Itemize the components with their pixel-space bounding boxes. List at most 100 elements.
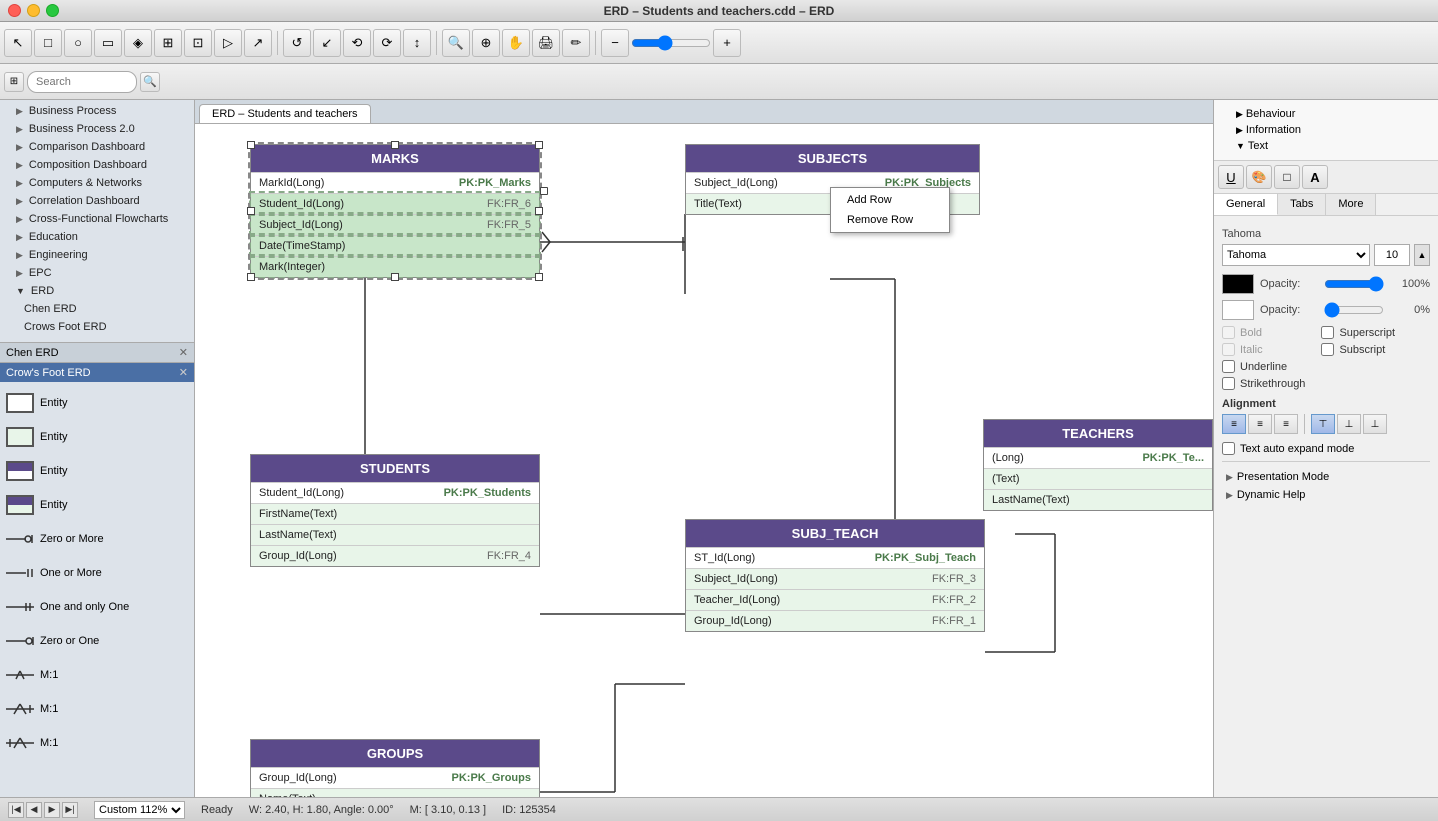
erd-zero-or-more[interactable]: Zero or More [0, 522, 194, 556]
align-right-btn[interactable]: ≡ [1274, 414, 1298, 434]
rp-color-btn[interactable]: 🎨 [1246, 165, 1272, 189]
tab-chen-erd[interactable]: Chen ERD ✕ [0, 343, 194, 363]
close-button[interactable] [8, 4, 21, 17]
tree-information[interactable]: ▶ Information [1222, 122, 1430, 138]
teachers-row-lastname[interactable]: LastName(Text) [984, 489, 1212, 510]
sidebar-item-business-process-2[interactable]: ▶ Business Process 2.0 [0, 120, 194, 138]
sidebar-item-education[interactable]: ▶ Education [0, 228, 194, 246]
sidebar-item-engineering[interactable]: ▶ Engineering [0, 246, 194, 264]
erd-entity-2[interactable]: Entity [0, 420, 194, 454]
students-row-groupid[interactable]: Group_Id(Long) FK:FR_4 [251, 545, 539, 566]
rotate-cw-tool[interactable]: ⟳ [373, 29, 401, 57]
custom-tool[interactable]: ⊡ [184, 29, 212, 57]
text-expand-checkbox[interactable] [1222, 442, 1235, 455]
rect-tool[interactable]: □ [34, 29, 62, 57]
close-crows-foot-erd[interactable]: ✕ [179, 366, 188, 379]
undo-tool[interactable]: ↺ [283, 29, 311, 57]
rp-tab-more[interactable]: More [1326, 194, 1376, 215]
handle-tl[interactable] [247, 141, 255, 149]
students-table[interactable]: STUDENTS Student_Id(Long) PK:PK_Students… [250, 454, 540, 567]
arrow-tool[interactable]: ↗ [244, 29, 272, 57]
rp-presentation-mode[interactable]: ▶ Presentation Mode [1222, 468, 1430, 486]
underline-checkbox[interactable] [1222, 360, 1235, 373]
strikethrough-checkbox[interactable] [1222, 377, 1235, 390]
print-tool[interactable]: 🖨 [532, 29, 560, 57]
groups-row-groupid[interactable]: Group_Id(Long) PK:PK_Groups [251, 767, 539, 788]
maximize-button[interactable] [46, 4, 59, 17]
opacity-slider-1[interactable] [1324, 276, 1384, 292]
nav-last[interactable]: ▶| [62, 802, 78, 818]
redo-tool[interactable]: ↙ [313, 29, 341, 57]
sidebar-item-correlation[interactable]: ▶ Correlation Dashboard [0, 192, 194, 210]
tree-behaviour[interactable]: ▶ Behaviour [1222, 106, 1430, 122]
handle-mr[interactable] [535, 207, 543, 215]
subj-teach-row-teacherid[interactable]: Teacher_Id(Long) FK:FR_2 [686, 589, 984, 610]
sidebar-item-epc[interactable]: ▶ EPC [0, 264, 194, 282]
subj-teach-row-groupid[interactable]: Group_Id(Long) FK:FR_1 [686, 610, 984, 631]
rp-tab-general[interactable]: General [1214, 194, 1278, 215]
handle-bl[interactable] [247, 273, 255, 281]
nav-first[interactable]: |◀ [8, 802, 24, 818]
erd-m1-a[interactable]: M:1 [0, 658, 194, 692]
erd-one-or-more[interactable]: One or More [0, 556, 194, 590]
sidebar-item-crows-foot-erd[interactable]: Crows Foot ERD [0, 318, 194, 336]
pen-tool[interactable]: ✏ [562, 29, 590, 57]
handle-tc[interactable] [391, 141, 399, 149]
search-input[interactable] [27, 71, 137, 93]
zoom-out-btn[interactable]: − [601, 29, 629, 57]
marks-row-date[interactable]: Date(TimeStamp) [251, 235, 539, 256]
canvas-area[interactable]: MARKS MarkId(Long) PK:PK_Marks Student_I… [195, 124, 1213, 797]
rp-tab-tabs[interactable]: Tabs [1278, 194, 1326, 215]
rp-bg-btn[interactable]: □ [1274, 165, 1300, 189]
align-left-btn[interactable]: ≡ [1222, 414, 1246, 434]
groups-row-name[interactable]: Name(Text) [251, 788, 539, 797]
zoom-in-tool[interactable]: 🔍 [442, 29, 470, 57]
subj-teach-row-subjectid[interactable]: Subject_Id(Long) FK:FR_3 [686, 568, 984, 589]
flip-tool[interactable]: ↕ [403, 29, 431, 57]
insert-tool[interactable]: ◈ [124, 29, 152, 57]
subj-teach-row-stid[interactable]: ST_Id(Long) PK:PK_Subj_Teach [686, 547, 984, 568]
handle-ml[interactable] [247, 207, 255, 215]
erd-entity-3[interactable]: Entity [0, 454, 194, 488]
align-middle-btn[interactable]: ⊥ [1337, 414, 1361, 434]
rp-dynamic-help[interactable]: ▶ Dynamic Help [1222, 486, 1430, 504]
handle-tr[interactable] [535, 141, 543, 149]
marks-row-subjectid[interactable]: Subject_Id(Long) FK:FR_5 [251, 214, 539, 235]
traffic-lights[interactable] [8, 4, 59, 17]
zoom-fit-tool[interactable]: ⊕ [472, 29, 500, 57]
sidebar-item-business-process[interactable]: ▶ Business Process [0, 102, 194, 120]
handle-bc[interactable] [391, 273, 399, 281]
search-btn[interactable]: 🔍 [140, 72, 160, 92]
table-tool[interactable]: ▭ [94, 29, 122, 57]
ctx-add-row[interactable]: Add Row [831, 190, 949, 210]
sidebar-item-chen-erd[interactable]: Chen ERD [0, 300, 194, 318]
sidebar-item-composition[interactable]: ▶ Composition Dashboard [0, 156, 194, 174]
marks-table[interactable]: MARKS MarkId(Long) PK:PK_Marks Student_I… [250, 144, 540, 278]
tree-text[interactable]: ▼ Text [1222, 138, 1430, 154]
marks-row-studentid[interactable]: Student_Id(Long) FK:FR_6 [251, 193, 539, 214]
minimize-button[interactable] [27, 4, 40, 17]
align-top-btn[interactable]: ⊤ [1311, 414, 1335, 434]
font-size-up[interactable]: ▲ [1414, 244, 1430, 266]
play-tool[interactable]: ▷ [214, 29, 242, 57]
align-bottom-btn[interactable]: ⊥ [1363, 414, 1387, 434]
erd-entity-1[interactable]: Entity [0, 386, 194, 420]
close-chen-erd[interactable]: ✕ [179, 346, 188, 359]
teachers-row-id[interactable]: (Long) PK:PK_Te... [984, 447, 1212, 468]
color-swatch-1[interactable] [1222, 274, 1254, 294]
align-center-btn[interactable]: ≡ [1248, 414, 1272, 434]
pan-tool[interactable]: ✋ [502, 29, 530, 57]
select-tool[interactable]: ↖ [4, 29, 32, 57]
grid-view-btn[interactable]: ⊞ [4, 72, 24, 92]
font-family-select[interactable]: Tahoma [1222, 244, 1370, 266]
rotate-ccw-tool[interactable]: ⟲ [343, 29, 371, 57]
sidebar-item-comparison[interactable]: ▶ Comparison Dashboard [0, 138, 194, 156]
students-row-firstname[interactable]: FirstName(Text) [251, 503, 539, 524]
subscript-checkbox[interactable] [1321, 343, 1334, 356]
opacity-slider-2[interactable] [1324, 302, 1384, 318]
teachers-row-text[interactable]: (Text) [984, 468, 1212, 489]
nav-next[interactable]: ▶ [44, 802, 60, 818]
canvas-tab-main[interactable]: ERD – Students and teachers [199, 104, 371, 123]
grid-tool[interactable]: ⊞ [154, 29, 182, 57]
zoom-select[interactable]: Custom 112% [94, 801, 185, 819]
